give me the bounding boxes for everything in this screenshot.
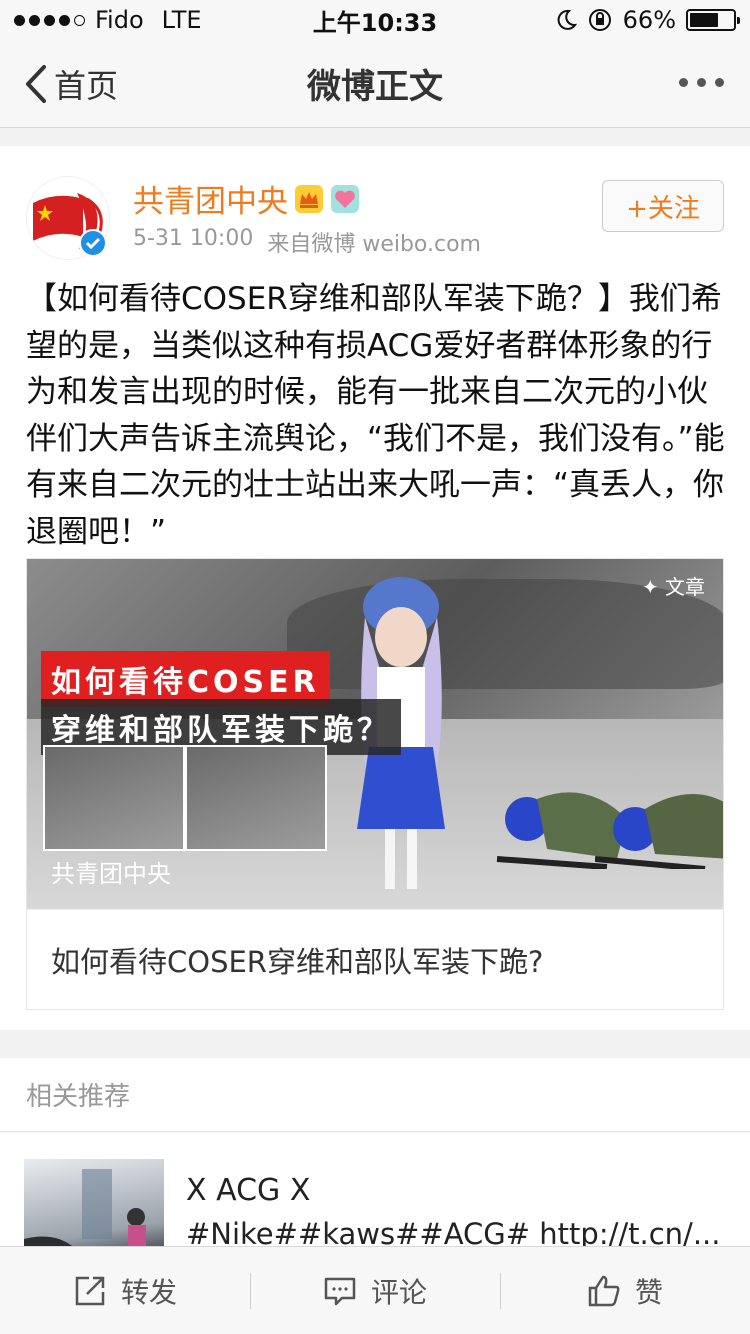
status-bar: Fido LTE 上午10:33 66% [0, 0, 750, 40]
related-header: 相关推荐 [0, 1058, 750, 1132]
related-title: X ACG X [186, 1173, 311, 1208]
like-button[interactable]: 赞 [500, 1247, 750, 1334]
moon-icon [557, 9, 577, 30]
navigation-bar: 首页 微博正文 [0, 40, 750, 128]
inset-photo-2 [185, 745, 327, 851]
article-title: 如何看待COSER穿维和部队军装下跪? [27, 909, 723, 1009]
post-meta: 5-31 10:00 来自微博 weibo.com [133, 226, 481, 258]
post-card: 共青团中央 5-31 10:00 来自微博 weibo.com +关注 【如何看… [0, 146, 750, 1030]
chevron-left-icon [26, 64, 46, 103]
back-button[interactable]: 首页 [0, 40, 118, 127]
network-type: LTE [161, 6, 202, 34]
signal-icon [14, 14, 85, 26]
inset-photo-1 [43, 745, 185, 851]
repost-button[interactable]: 转发 [0, 1247, 250, 1334]
related-item[interactable]: X ACG X #Nike##kaws##ACG# http://t.cn/..… [0, 1133, 750, 1263]
repost-label: 转发 [120, 1275, 177, 1309]
crown-badge-icon [295, 184, 323, 213]
comment-button[interactable]: 评论 [250, 1247, 500, 1334]
article-label: ✦ 文章 [641, 575, 705, 599]
thumbs-up-icon [588, 1275, 620, 1306]
related-thumbnail [24, 1159, 164, 1259]
verified-badge-icon [79, 229, 107, 257]
orientation-lock-icon [588, 9, 611, 31]
comment-label: 评论 [370, 1275, 427, 1309]
post-source: 来自微博 weibo.com [267, 232, 481, 257]
post-text: 【如何看待COSER穿维和部队军装下跪？】我们希望的是，当类似这种有损ACG爱好… [26, 281, 725, 550]
repost-icon [75, 1276, 105, 1305]
carrier-name: Fido [95, 6, 144, 34]
more-dots-icon[interactable] [679, 70, 724, 95]
heart-badge-icon [331, 184, 359, 213]
bottom-toolbar: 转发 评论 赞 [0, 1246, 750, 1334]
author-name[interactable]: 共青团中央 [133, 176, 288, 221]
article-card[interactable]: 如何看待COSER 穿维和部队军装下跪？ ✦ 文章 共青团中央 如何看待COSE… [26, 558, 724, 1010]
image-brand-text: 共青团中央 [51, 860, 171, 888]
follow-button[interactable]: +关注 [602, 180, 724, 232]
post-time: 5-31 10:00 [133, 226, 254, 251]
battery-icon [686, 9, 740, 31]
comment-icon [324, 1277, 356, 1305]
article-cover-image: 如何看待COSER 穿维和部队军装下跪？ ✦ 文章 共青团中央 [27, 559, 723, 909]
soldier-figure-2 [595, 794, 723, 869]
back-label: 首页 [54, 66, 119, 105]
battery-percent: 66% [622, 6, 676, 34]
like-label: 赞 [634, 1275, 663, 1309]
